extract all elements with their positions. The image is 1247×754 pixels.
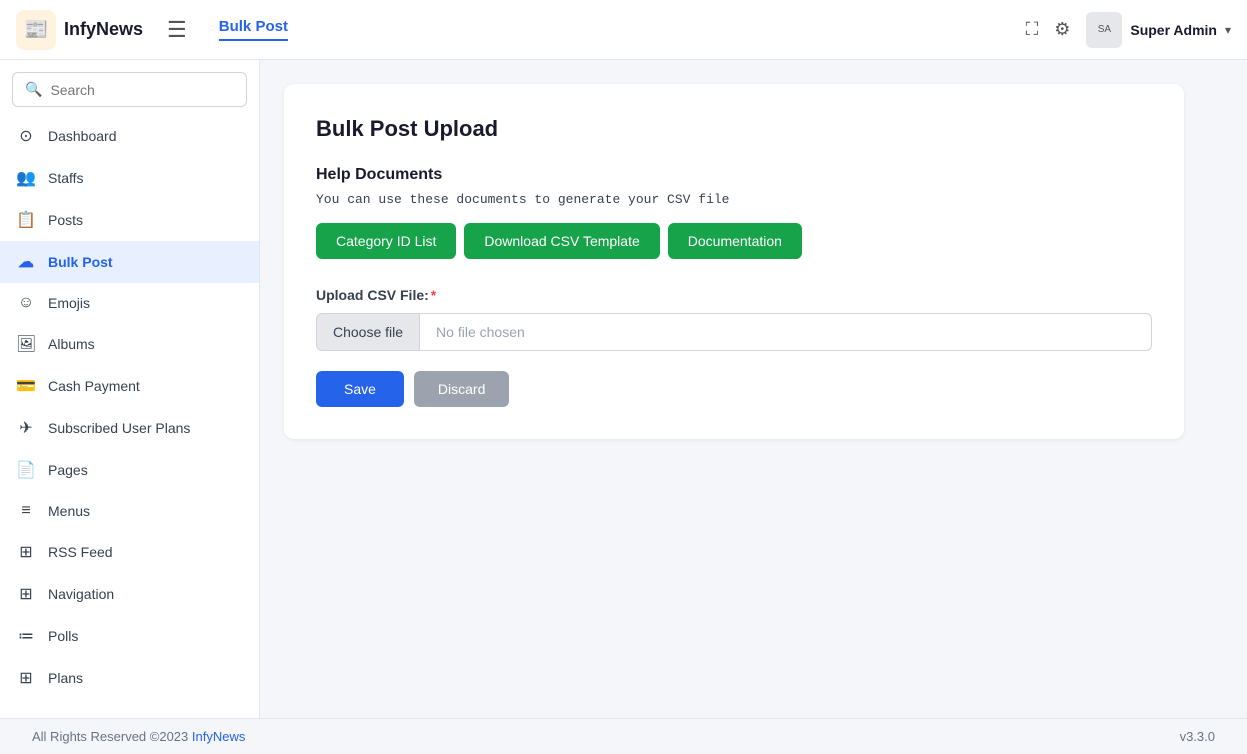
sidebar-item-label: Bulk Post [48, 254, 113, 270]
search-area: 🔍 [0, 60, 259, 115]
sidebar-item-subscribed-user-plans[interactable]: ✈ Subscribed User Plans [0, 407, 259, 449]
sidebar-item-label: Polls [48, 628, 78, 644]
help-section-title: Help Documents [316, 166, 1152, 184]
menus-icon: ≡ [16, 502, 36, 520]
action-buttons: Save Discard [316, 371, 1152, 407]
search-box[interactable]: 🔍 [12, 72, 247, 107]
hamburger-icon[interactable]: ☰ [167, 17, 187, 43]
file-input-row: Choose file No file chosen [316, 313, 1152, 351]
main-content: Bulk Post Upload Help Documents You can … [260, 60, 1247, 718]
layout: 🔍 ⊙ Dashboard 👥 Staffs 📋 Posts ☁ Bulk Po… [0, 60, 1247, 718]
sidebar-item-navigation[interactable]: ⊞ Navigation [0, 573, 259, 615]
save-button[interactable]: Save [316, 371, 404, 407]
polls-icon: ≔ [16, 626, 36, 646]
albums-icon: 🖼 [16, 334, 36, 354]
sidebar-item-label: Menus [48, 503, 90, 519]
card-title: Bulk Post Upload [316, 116, 1152, 142]
sidebar-item-label: Cash Payment [48, 378, 140, 394]
help-description: You can use these documents to generate … [316, 192, 1152, 207]
discard-button[interactable]: Discard [414, 371, 509, 407]
avatar: SA [1086, 12, 1122, 48]
footer-copyright: All Rights Reserved ©2023 InfyNews [32, 729, 245, 744]
sidebar-item-label: Posts [48, 212, 83, 228]
cash-payment-icon: 💳 [16, 376, 36, 396]
sidebar-item-menus[interactable]: ≡ Menus [0, 491, 259, 531]
sidebar-item-rss-feed[interactable]: ⊞ RSS Feed [0, 531, 259, 573]
bulk-post-icon: ☁ [16, 252, 36, 272]
dashboard-icon: ⊙ [16, 126, 36, 146]
bulk-post-card: Bulk Post Upload Help Documents You can … [284, 84, 1184, 439]
sidebar-item-dashboard[interactable]: ⊙ Dashboard [0, 115, 259, 157]
plans-icon: ⊞ [16, 668, 36, 688]
sidebar-item-label: Subscribed User Plans [48, 420, 190, 436]
footer-brand-link[interactable]: InfyNews [192, 729, 245, 744]
header-middle: Bulk Post [203, 18, 1010, 41]
sidebar-item-emojis[interactable]: ☺ Emojis [0, 283, 259, 323]
navigation-icon: ⊞ [16, 584, 36, 604]
sidebar-item-staffs[interactable]: 👥 Staffs [0, 157, 259, 199]
sidebar-item-label: Plans [48, 670, 83, 686]
header-right: ⛶ ⚙ SA Super Admin ▾ [1026, 12, 1231, 48]
choose-file-button[interactable]: Choose file [317, 314, 420, 350]
required-asterisk: * [431, 287, 436, 303]
gear-icon[interactable]: ⚙ [1054, 19, 1070, 40]
upload-csv-label: Upload CSV File:* [316, 287, 1152, 303]
sidebar-item-label: RSS Feed [48, 544, 113, 560]
sidebar-item-bulk-post[interactable]: ☁ Bulk Post [0, 241, 259, 283]
expand-icon[interactable]: ⛶ [1026, 19, 1039, 40]
sidebar-item-polls[interactable]: ≔ Polls [0, 615, 259, 657]
help-buttons: Category ID List Download CSV Template D… [316, 223, 1152, 259]
sidebar-item-label: Emojis [48, 295, 90, 311]
user-name: Super Admin [1130, 22, 1217, 38]
sidebar-item-label: Navigation [48, 586, 114, 602]
emojis-icon: ☺ [16, 294, 36, 312]
sidebar-item-cash-payment[interactable]: 💳 Cash Payment [0, 365, 259, 407]
search-icon: 🔍 [25, 81, 42, 98]
sidebar-item-plans[interactable]: ⊞ Plans [0, 657, 259, 699]
user-area[interactable]: SA Super Admin ▾ [1086, 12, 1231, 48]
posts-icon: 📋 [16, 210, 36, 230]
file-name-display: No file chosen [420, 314, 1151, 350]
footer-version: v3.3.0 [1180, 729, 1215, 744]
staffs-icon: 👥 [16, 168, 36, 188]
chevron-down-icon: ▾ [1225, 23, 1231, 37]
sidebar-item-label: Pages [48, 462, 88, 478]
category-id-list-button[interactable]: Category ID List [316, 223, 456, 259]
active-tab-label: Bulk Post [219, 18, 288, 41]
download-csv-template-button[interactable]: Download CSV Template [464, 223, 659, 259]
sidebar-item-albums[interactable]: 🖼 Albums [0, 323, 259, 365]
documentation-button[interactable]: Documentation [668, 223, 802, 259]
logo-icon: 📰 [24, 17, 49, 42]
rss-feed-icon: ⊞ [16, 542, 36, 562]
app-name: InfyNews [64, 19, 143, 40]
header: 📰 InfyNews ☰ Bulk Post ⛶ ⚙ SA Super Admi… [0, 0, 1247, 60]
sidebar: 🔍 ⊙ Dashboard 👥 Staffs 📋 Posts ☁ Bulk Po… [0, 60, 260, 718]
app-logo: 📰 [16, 10, 56, 50]
footer-bar: All Rights Reserved ©2023 InfyNews v3.3.… [0, 718, 1247, 754]
sidebar-item-pages[interactable]: 📄 Pages [0, 449, 259, 491]
subscribed-plans-icon: ✈ [16, 418, 36, 438]
logo-area: 📰 InfyNews [16, 10, 143, 50]
sidebar-item-label: Staffs [48, 170, 84, 186]
search-input[interactable] [50, 82, 234, 98]
sidebar-item-label: Dashboard [48, 128, 117, 144]
sidebar-item-posts[interactable]: 📋 Posts [0, 199, 259, 241]
pages-icon: 📄 [16, 460, 36, 480]
sidebar-item-label: Albums [48, 336, 95, 352]
